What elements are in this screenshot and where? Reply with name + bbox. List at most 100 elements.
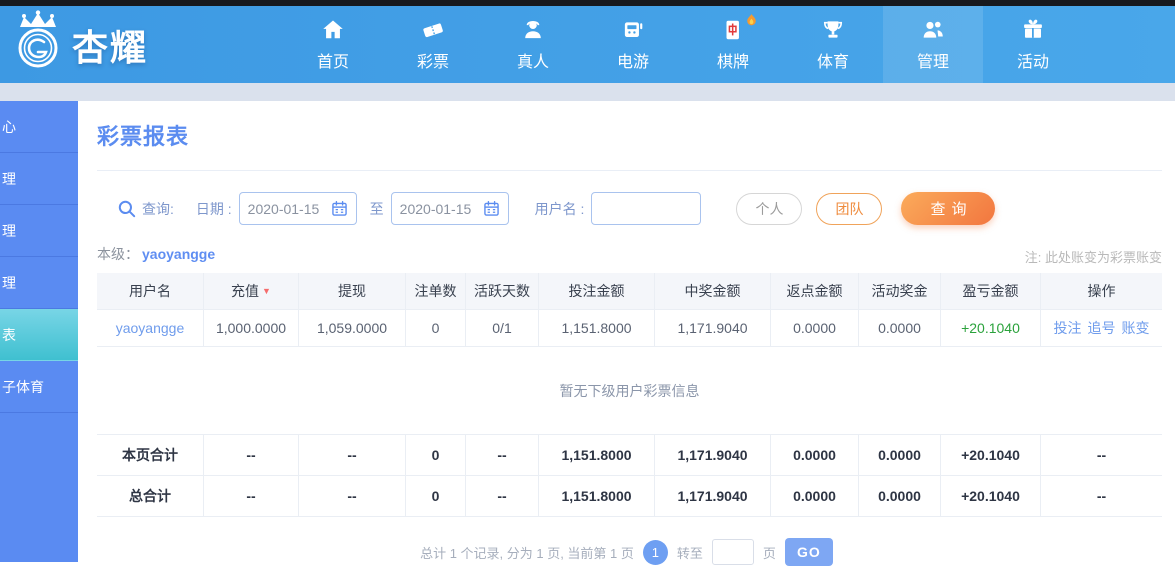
header-bet-amount: 投注金额: [538, 273, 654, 310]
sidebar-item-report[interactable]: 表: [0, 309, 78, 361]
date-from-field[interactable]: [238, 192, 357, 225]
nav-item-live[interactable]: 真人: [483, 6, 583, 83]
sidebar-item-manage-3[interactable]: 理: [0, 257, 78, 309]
nav-item-label: 活动: [1016, 54, 1049, 71]
nav-item-label: 首页: [316, 54, 349, 71]
trophy-icon: [820, 17, 846, 43]
row-rebate: 0.0000: [770, 310, 858, 347]
team-filter-button[interactable]: 团队: [816, 192, 883, 225]
total-bonus: 0.0000: [858, 435, 940, 476]
total-label: 总合计: [97, 476, 203, 517]
total-recharge: --: [203, 476, 298, 517]
page-unit-label: 页: [762, 545, 776, 561]
username-label: 用户名 :: [534, 200, 585, 217]
table-header-row: 用户名 充值 ▼ 提现 注单数 活跃天数 投注金额 中奖金额 返点金额 活动奖金…: [97, 273, 1162, 310]
row-actions: 投注 追号 账变: [1040, 310, 1162, 347]
level-label: 本级：: [97, 246, 139, 262]
total-win: 1,171.9040: [654, 435, 770, 476]
date-label: 日期 :: [195, 200, 232, 217]
sidebar-item-center[interactable]: 心: [0, 101, 78, 153]
row-win: 1,171.9040: [654, 310, 770, 347]
sort-desc-arrow-icon: ▼: [262, 286, 271, 296]
grand-total-row: 总合计 -- -- 0 -- 1,151.8000 1,171.9040 0.0…: [97, 476, 1162, 517]
search-button[interactable]: 查询: [901, 192, 996, 225]
header-profit: 盈亏金额: [940, 273, 1040, 310]
query-label: 查询:: [142, 200, 174, 217]
pagination-summary: 总计 1 个记录, 分为 1 页, 当前第 1 页: [420, 545, 634, 561]
bet-detail-link[interactable]: 投注: [1054, 318, 1082, 338]
users-icon: [920, 17, 946, 43]
total-rebate: 0.0000: [770, 476, 858, 517]
total-active-days: --: [465, 435, 538, 476]
header-actions: 操作: [1040, 273, 1162, 310]
logo-crown-shield-icon: [10, 10, 66, 79]
goto-label: 转至: [676, 545, 703, 561]
chase-number-link[interactable]: 追号: [1088, 318, 1116, 338]
calendar-icon[interactable]: [483, 200, 500, 217]
level-username: yaoyangge: [142, 246, 216, 262]
nav-item-admin[interactable]: 管理: [883, 6, 983, 83]
date-to-field[interactable]: [390, 192, 509, 225]
nav-item-label: 真人: [516, 54, 549, 71]
personal-filter-button[interactable]: 个人: [736, 192, 803, 225]
total-active-days: --: [465, 476, 538, 517]
row-withdraw: 1,059.0000: [298, 310, 405, 347]
top-navbar: 杏耀 首页 彩票 真人 电游 棋牌 体育 管理 活动: [0, 6, 1175, 83]
header-orders: 注单数: [405, 273, 465, 310]
mahjong-tile-icon: [720, 14, 756, 43]
nav-item-label: 体育: [816, 54, 849, 71]
live-person-icon: [520, 17, 546, 43]
nav-item-sports[interactable]: 体育: [783, 6, 883, 83]
total-rebate: 0.0000: [770, 435, 858, 476]
header-rebate: 返点金额: [770, 273, 858, 310]
date-from-input[interactable]: [247, 200, 327, 217]
search-toolbar: 查询: 日期 : 至: [97, 192, 996, 225]
date-range-to-label: 至: [369, 200, 384, 217]
main-nav: 首页 彩票 真人 电游 棋牌 体育 管理 活动: [283, 6, 1083, 83]
nav-item-lottery[interactable]: 彩票: [383, 6, 483, 83]
calendar-icon[interactable]: [331, 200, 348, 217]
header-activity-bonus: 活动奖金: [858, 273, 940, 310]
total-orders: 0: [405, 476, 465, 517]
row-active-days: 0/1: [465, 310, 538, 347]
nav-item-chess[interactable]: 棋牌: [683, 6, 783, 83]
nav-item-label: 棋牌: [716, 54, 749, 71]
home-icon: [320, 17, 346, 43]
header-recharge-sortable[interactable]: 充值 ▼: [203, 273, 298, 310]
empty-sub-users-message: 暂无下级用户彩票信息: [97, 347, 1162, 435]
sidebar: 心 理 理 理 表 子体育: [0, 101, 78, 562]
row-profit: +20.1040: [940, 310, 1040, 347]
nav-item-activity[interactable]: 活动: [983, 6, 1083, 83]
site-logo[interactable]: 杏耀: [10, 8, 148, 81]
username-input[interactable]: [591, 192, 702, 225]
current-level-row: 本级： yaoyangge: [97, 244, 215, 264]
account-change-note: 注: 此处账变为彩票账变: [1024, 250, 1162, 265]
ticket-icon: [420, 17, 446, 43]
total-recharge: --: [203, 435, 298, 476]
sidebar-item-esports[interactable]: 子体育: [0, 361, 78, 413]
total-bet: 1,151.8000: [538, 476, 654, 517]
page-1-button[interactable]: 1: [642, 539, 668, 565]
header-win-amount: 中奖金额: [654, 273, 770, 310]
pagination-bar: 总计 1 个记录, 分为 1 页, 当前第 1 页 1 转至 页 GO: [78, 537, 1175, 567]
total-profit: +20.1040: [940, 476, 1040, 517]
header-username: 用户名: [97, 273, 203, 310]
date-to-input[interactable]: [399, 200, 479, 217]
goto-page-input[interactable]: [711, 539, 754, 565]
slot-machine-icon: [620, 17, 646, 43]
total-op: --: [1040, 476, 1162, 517]
total-win: 1,171.9040: [654, 476, 770, 517]
row-bonus: 0.0000: [858, 310, 940, 347]
total-op: --: [1040, 435, 1162, 476]
row-recharge: 1,000.0000: [203, 310, 298, 347]
page-title: 彩票报表: [97, 124, 190, 149]
header-recharge-label: 充值: [231, 283, 260, 299]
nav-item-egames[interactable]: 电游: [583, 6, 683, 83]
account-change-link[interactable]: 账变: [1122, 318, 1150, 338]
total-bet: 1,151.8000: [538, 435, 654, 476]
sidebar-item-manage-2[interactable]: 理: [0, 205, 78, 257]
row-username-link[interactable]: yaoyangge: [116, 320, 185, 336]
nav-item-home[interactable]: 首页: [283, 6, 383, 83]
total-withdraw: --: [298, 476, 405, 517]
sidebar-item-manage-1[interactable]: 理: [0, 153, 78, 205]
